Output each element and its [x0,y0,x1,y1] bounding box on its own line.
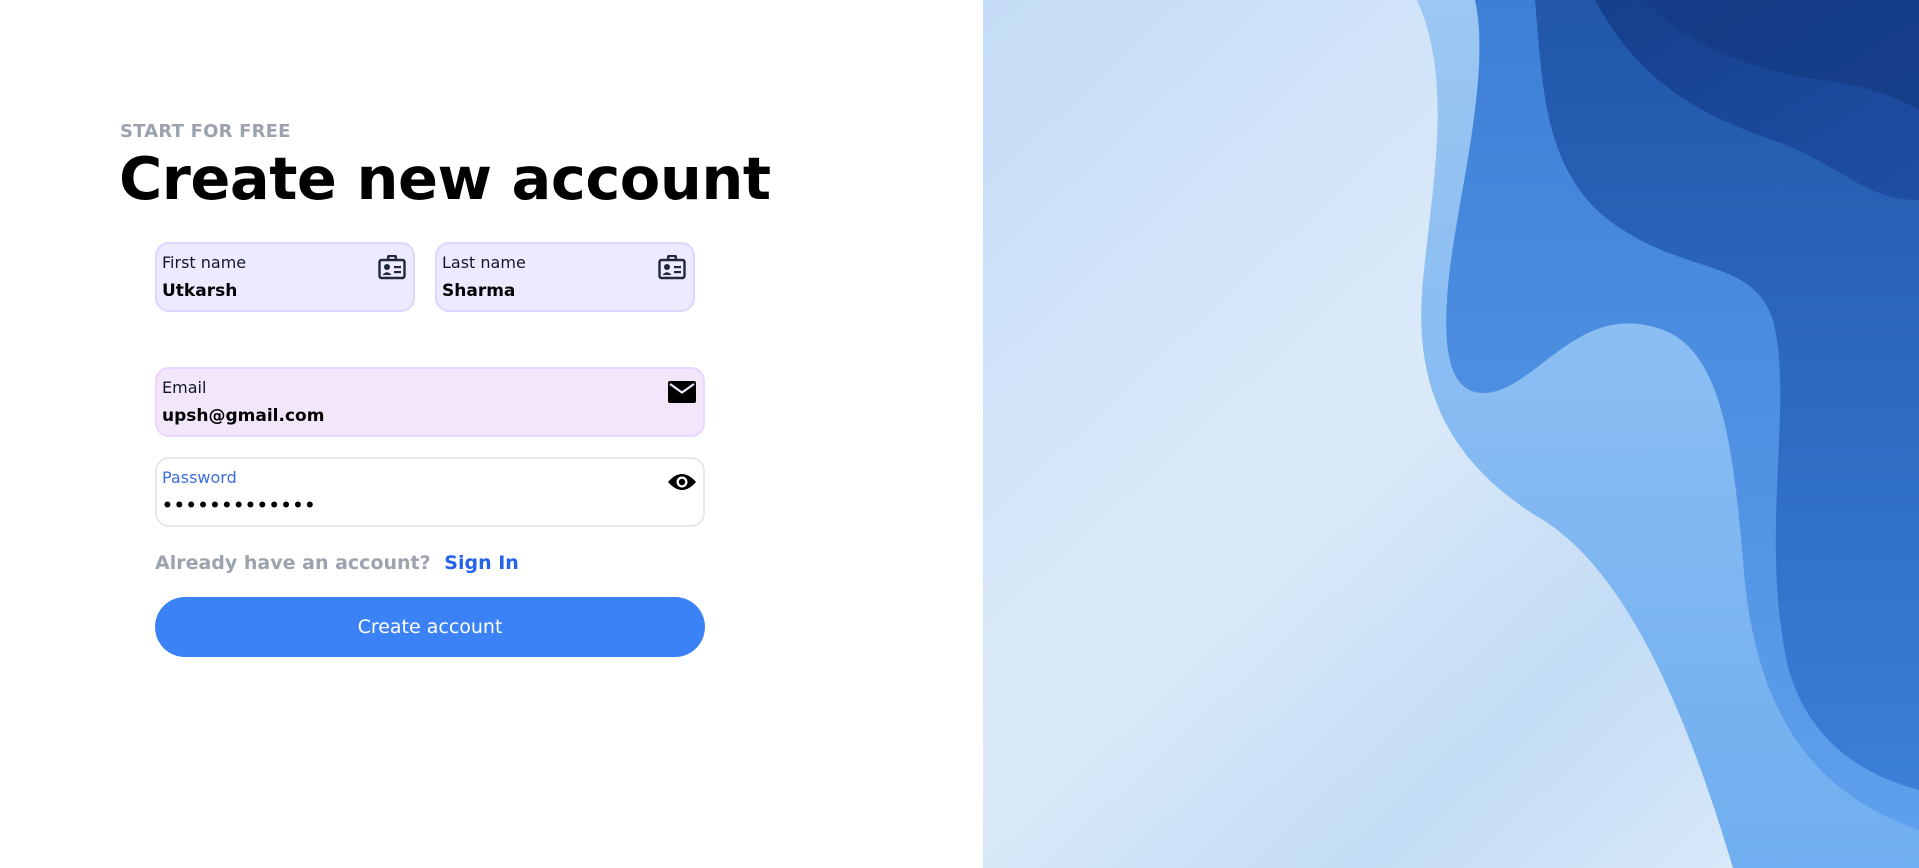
page-title: Create new account [119,144,771,213]
create-account-button[interactable]: Create account [155,597,705,657]
signin-link[interactable]: Sign In [444,552,519,574]
decorative-wave-image [983,0,1919,868]
password-label: Password [162,468,237,487]
first-name-input[interactable] [162,281,353,301]
signup-page: START FOR FREE Create new account First … [0,0,1919,868]
password-field[interactable]: Password [155,457,705,527]
last-name-label: Last name [442,253,526,272]
signin-prompt-row: Already have an account? Sign In [155,552,519,574]
signin-prompt-text: Already have an account? [155,552,431,574]
email-input[interactable] [162,406,643,426]
last-name-field[interactable]: Last name [435,242,695,312]
email-label: Email [162,378,207,397]
first-name-field[interactable]: First name [155,242,415,312]
first-name-label: First name [162,253,247,272]
contact-card-icon [377,252,407,282]
contact-card-icon [657,252,687,282]
password-input[interactable] [162,496,643,516]
eyebrow-text: START FOR FREE [120,121,291,142]
last-name-input[interactable] [442,281,633,301]
form-panel: START FOR FREE Create new account First … [0,0,983,868]
email-field[interactable]: Email [155,367,705,437]
eye-icon[interactable] [667,467,697,497]
envelope-icon [667,377,697,407]
